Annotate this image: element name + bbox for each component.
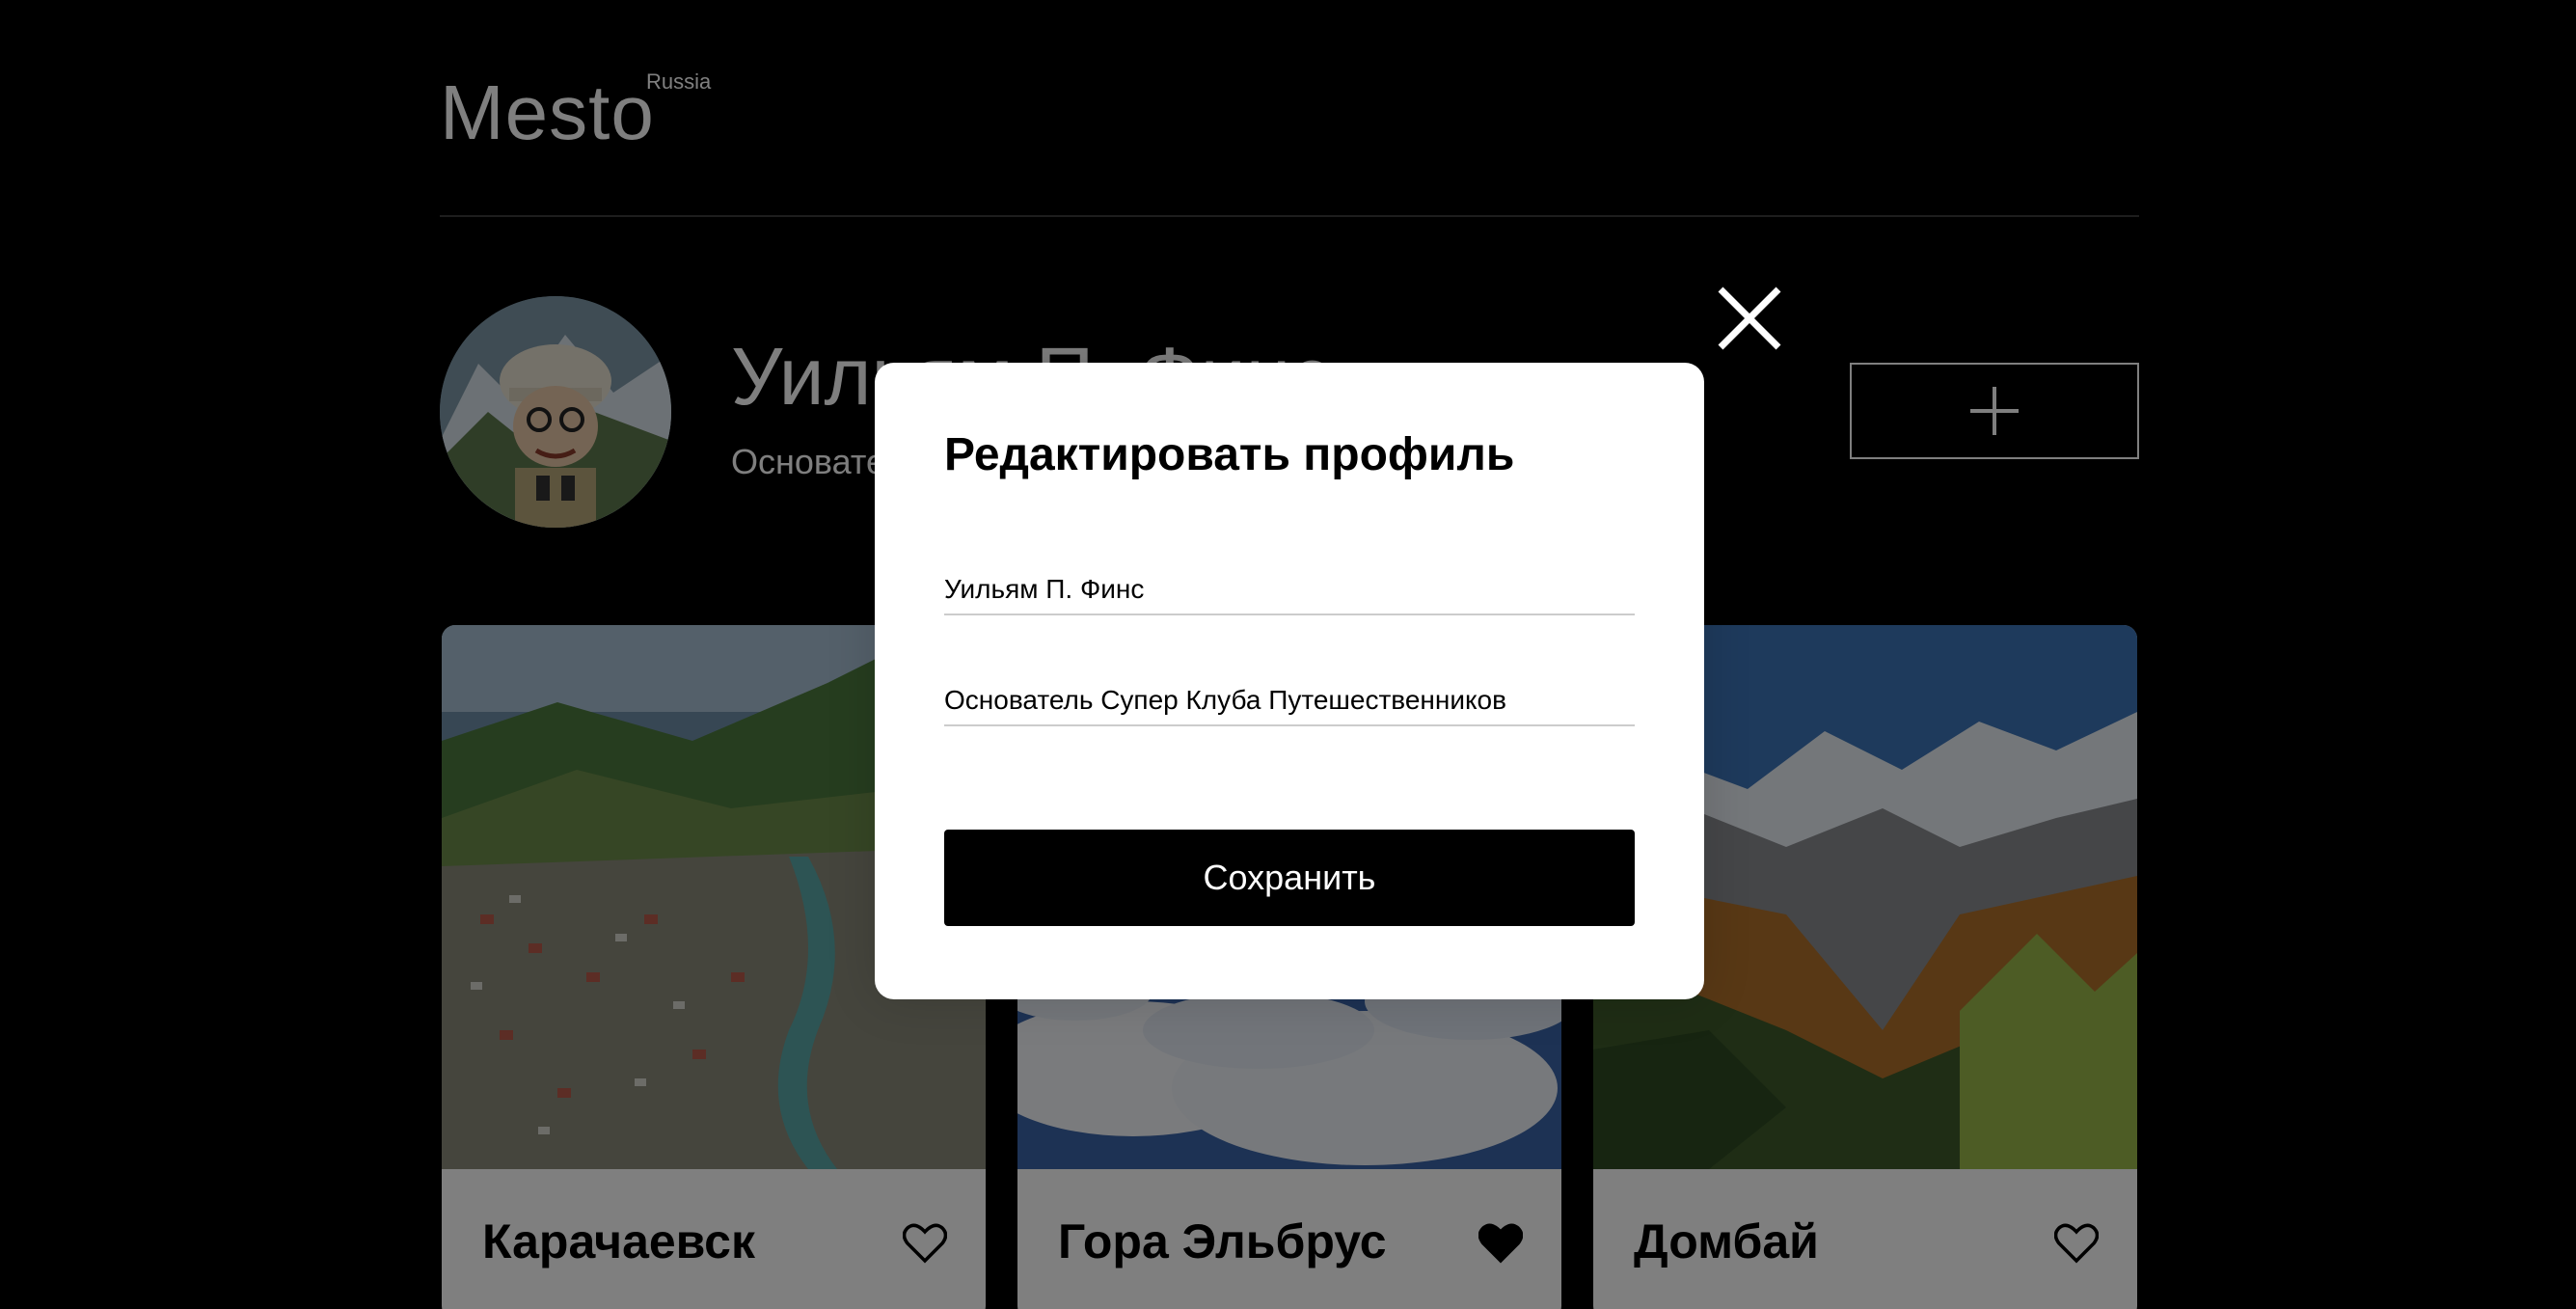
close-button[interactable] [1717,286,1782,351]
close-icon [1718,286,1781,350]
popup-title: Редактировать профиль [944,429,1515,480]
save-button[interactable]: Сохранить [944,830,1635,926]
about-input[interactable] [944,676,1635,726]
edit-profile-popup: Редактировать профиль Сохранить [875,363,1704,999]
name-input[interactable] [944,565,1635,615]
